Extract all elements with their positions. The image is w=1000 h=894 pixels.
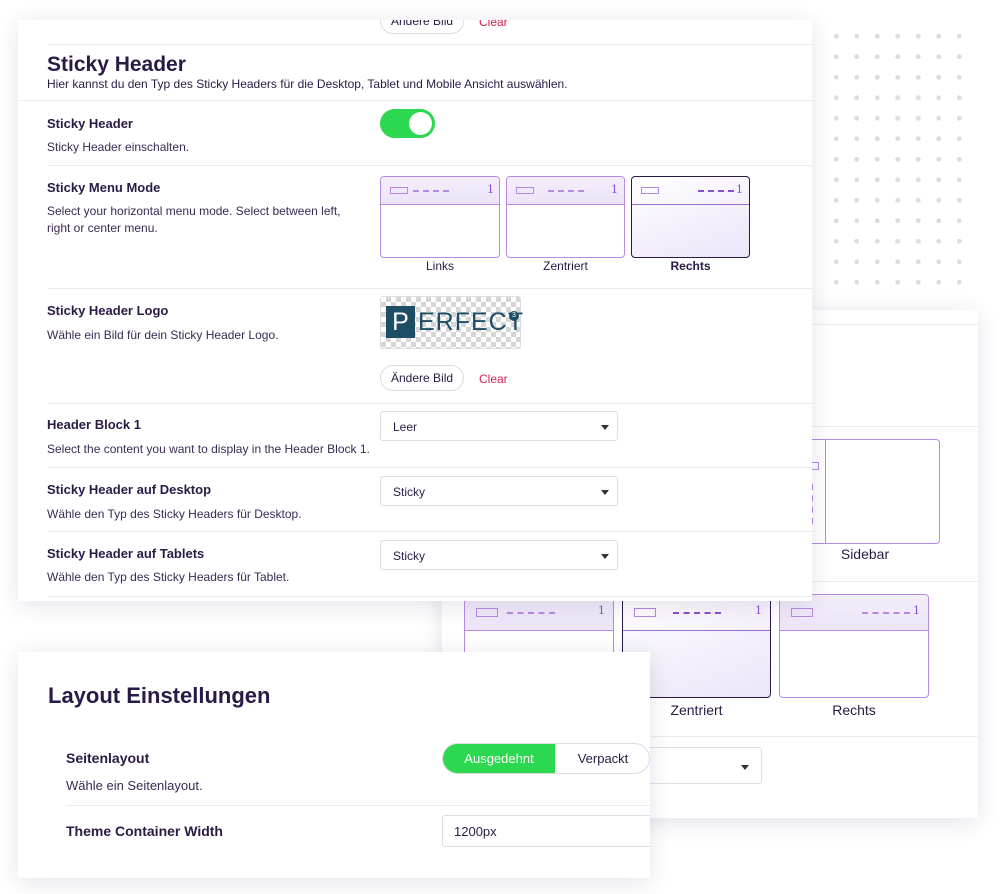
sticky-header-settings-card: Ändere Bild Clear Sticky Header Hier kan… — [18, 20, 812, 601]
sticky-mode-center-caption: Zentriert — [543, 259, 588, 273]
page-layout-label: Seitenlayout — [66, 750, 150, 766]
section-description: Hier kannst du den Typ des Sticky Header… — [47, 77, 568, 91]
chevron-down-icon — [741, 765, 749, 770]
sticky-header-description: Sticky Header einschalten. — [47, 140, 190, 154]
header-block-select[interactable]: Leer — [380, 411, 618, 441]
chevron-down-icon — [601, 490, 609, 495]
sticky-mode-links-option[interactable]: 1 — [380, 176, 500, 258]
chevron-down-icon — [601, 554, 609, 559]
clear-logo-link[interactable]: Clear — [479, 372, 508, 386]
logo-placeholder-icon — [634, 608, 656, 617]
layout-option-ausgedehnt[interactable]: Ausgedehnt — [443, 744, 555, 773]
tablet-select[interactable]: Sticky — [380, 540, 618, 570]
layout-option-verpackt[interactable]: Verpackt — [555, 744, 649, 773]
sidebar-logo-icon — [811, 462, 819, 470]
divider — [47, 165, 812, 166]
select-value: Leer — [393, 420, 418, 434]
block-number: 1 — [736, 183, 743, 196]
sticky-header-label: Sticky Header — [47, 116, 133, 131]
page-layout-segmented-control: Ausgedehnt Verpackt — [442, 743, 650, 774]
logo-placeholder-icon — [791, 608, 813, 617]
layout-title: Layout Einstellungen — [48, 683, 271, 708]
tablet-label: Sticky Header auf Tablets — [47, 546, 205, 561]
sticky-header-toggle[interactable] — [380, 109, 435, 138]
block-number: 1 — [913, 604, 920, 617]
sidebar-caption: Sidebar — [840, 546, 890, 562]
input-value: 1200px — [454, 824, 497, 839]
logo-placeholder-icon — [390, 187, 408, 194]
sticky-mode-rechts-caption: Rechts — [670, 259, 711, 273]
logo-description: Wähle ein Bild für dein Sticky Header Lo… — [47, 328, 279, 342]
divider — [47, 403, 812, 404]
sticky-mode-links-caption: Links — [425, 259, 454, 273]
menu-mode-description: Select your horizontal menu mode. Select… — [47, 204, 341, 235]
dot-pattern-decoration — [826, 26, 976, 296]
logo-preview: P ERFECT 3 — [380, 296, 524, 349]
page-layout-description: Wähle ein Seitenlayout. — [66, 778, 203, 793]
logo-mark: P — [386, 306, 415, 338]
block-number: 1 — [487, 183, 494, 196]
logo-placeholder-icon — [516, 187, 534, 194]
desktop-select[interactable]: Sticky — [380, 476, 618, 506]
logo-label: Sticky Header Logo — [47, 303, 169, 318]
divider — [47, 596, 812, 597]
menu-dashes-icon — [548, 190, 584, 192]
header-block-label: Header Block 1 — [47, 417, 141, 432]
section-title: Sticky Header — [47, 53, 186, 76]
toggle-knob — [409, 112, 432, 135]
sticky-mode-center-option[interactable]: 1 — [506, 176, 625, 258]
block-number: 1 — [755, 604, 762, 617]
sticky-mode-rechts-option[interactable]: 1 — [631, 176, 750, 258]
logo-placeholder-icon — [641, 187, 659, 194]
layout-settings-card: Layout Einstellungen Seitenlayout Wähle … — [18, 652, 650, 878]
logo-placeholder-icon — [476, 608, 498, 617]
divider — [47, 467, 812, 468]
menu-dashes-icon — [673, 612, 721, 614]
divider — [47, 531, 812, 532]
divider — [18, 100, 812, 101]
logo-wordmark: ERFECT — [418, 308, 524, 336]
menu-mode-label: Sticky Menu Mode — [47, 180, 161, 195]
chevron-down-icon — [601, 425, 609, 430]
menu-dashes-icon — [507, 612, 555, 614]
divider — [47, 288, 812, 289]
sidebar-divider — [825, 440, 826, 543]
change-image-button[interactable]: Ändere Bild — [380, 20, 465, 34]
container-width-input[interactable]: 1200px — [442, 815, 650, 847]
menu-mode-right-caption: Rechts — [832, 702, 876, 718]
logo-superscript: 3 — [509, 311, 519, 321]
menu-dashes-icon — [698, 190, 734, 192]
menu-mode-right-option[interactable]: 1 — [779, 594, 929, 698]
block-number: 1 — [598, 604, 605, 617]
desktop-description: Wähle den Typ des Sticky Headers für Des… — [47, 507, 302, 521]
menu-dashes-icon — [862, 612, 910, 614]
sidebar-layout-option[interactable] — [802, 439, 940, 544]
divider — [47, 44, 812, 45]
select-value: Sticky — [393, 549, 426, 563]
divider — [66, 805, 650, 806]
header-block-description: Select the content you want to display i… — [47, 442, 370, 456]
block-number: 1 — [611, 183, 618, 196]
menu-dashes-icon — [413, 190, 449, 192]
tablet-description: Wähle den Typ des Sticky Headers für Tab… — [47, 570, 290, 584]
select-value: Sticky — [393, 485, 426, 499]
container-width-label: Theme Container Width — [66, 823, 223, 839]
clear-link[interactable]: Clear — [479, 20, 508, 29]
change-logo-button[interactable]: Ändere Bild — [380, 365, 465, 391]
desktop-label: Sticky Header auf Desktop — [47, 482, 212, 497]
